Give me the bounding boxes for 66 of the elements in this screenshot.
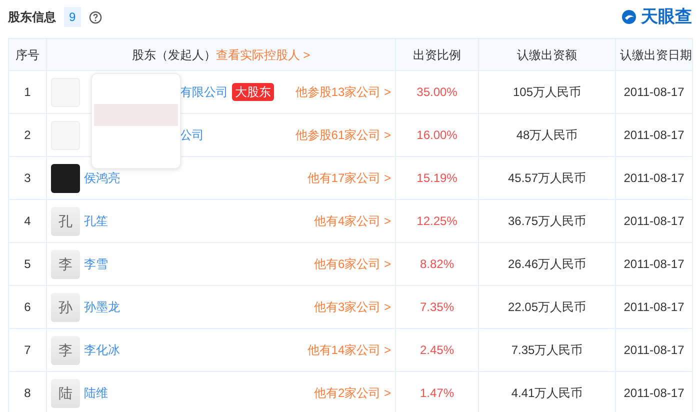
shareholder-link[interactable]: 李雪 — [84, 255, 108, 273]
brand-logo-icon — [621, 9, 637, 25]
row-number: 5 — [24, 257, 31, 271]
share-ratio: 8.82% — [420, 257, 454, 271]
column-header: 序号 — [16, 48, 40, 62]
avatar: 李 — [51, 250, 80, 278]
holdings-link[interactable]: 他有6家公司 > — [314, 255, 391, 273]
avatar: 李 — [51, 336, 80, 364]
column-header: 认缴出资额 — [517, 48, 577, 62]
shareholder-link[interactable]: 侯鸿亮 — [84, 169, 120, 187]
share-ratio: 7.35% — [420, 300, 454, 314]
count-badge: 9 — [64, 7, 81, 27]
subscribed-amount: 22.05万人民币 — [508, 300, 586, 314]
avatar: 孔 — [51, 206, 80, 236]
subscription-date: 2011-08-17 — [624, 386, 684, 400]
holdings-link[interactable]: 他有3家公司 > — [314, 298, 391, 316]
share-ratio: 2.45% — [420, 343, 454, 357]
shareholder-link[interactable]: 陆维 — [84, 384, 108, 402]
holdings-link[interactable]: 他参股13家公司 > — [295, 83, 391, 101]
column-header: 股东（发起人） — [132, 48, 216, 62]
subscribed-amount: 48万人民币 — [516, 128, 578, 142]
share-ratio: 12.25% — [416, 214, 458, 228]
shareholder-link[interactable]: 孔笙 — [84, 212, 108, 230]
holdings-link[interactable]: 他有2家公司 > — [314, 384, 391, 402]
subscription-date: 2011-08-17 — [624, 300, 684, 314]
section-title: 股东信息 — [8, 9, 56, 26]
subscription-date: 2011-08-17 — [624, 214, 684, 228]
holdings-link[interactable]: 他有17家公司 > — [307, 169, 391, 187]
column-header: 出资比例 — [413, 48, 461, 62]
row-number: 8 — [24, 386, 31, 400]
subscription-date: 2011-08-17 — [624, 343, 684, 357]
shareholder-tag: 大股东 — [232, 83, 274, 101]
holdings-link[interactable]: 他有14家公司 > — [307, 341, 391, 359]
row-number: 4 — [24, 214, 31, 228]
subscribed-amount: 7.35万人民币 — [511, 343, 583, 357]
brand-name: 天眼查 — [641, 6, 692, 28]
subscription-date: 2011-08-17 — [624, 257, 684, 271]
share-ratio: 15.19% — [416, 171, 458, 185]
subscription-date: 2011-08-17 — [624, 128, 684, 142]
row-number: 3 — [24, 171, 31, 185]
holdings-link[interactable]: 他参股61家公司 > — [295, 126, 391, 144]
row-number: 2 — [24, 128, 31, 142]
row-number: 1 — [24, 85, 31, 99]
actual-controller-link[interactable]: 查看实际控股人 > — [216, 48, 310, 62]
row-number: 6 — [24, 300, 31, 314]
help-icon[interactable] — [88, 10, 102, 24]
subscription-date: 2011-08-17 — [624, 85, 684, 99]
subscribed-amount: 45.57万人民币 — [508, 171, 586, 185]
subscription-date: 2011-08-17 — [624, 171, 684, 185]
subscribed-amount: 26.46万人民币 — [508, 257, 586, 271]
column-header: 认缴出资日期 — [620, 48, 692, 62]
subscribed-amount: 36.75万人民币 — [508, 214, 586, 228]
photo-placeholder — [51, 164, 80, 192]
avatar: 孙 — [51, 292, 80, 322]
subscribed-amount: 4.41万人民币 — [511, 386, 583, 400]
shareholder-link[interactable]: 李化冰 — [84, 341, 120, 359]
share-ratio: 1.47% — [420, 386, 454, 400]
shareholder-link[interactable]: 孙墨龙 — [84, 298, 120, 316]
shareholder-link[interactable]: 有限公司 — [180, 83, 228, 101]
holdings-link[interactable]: 他有4家公司 > — [314, 212, 391, 230]
shareholder-link[interactable]: 公司 — [180, 126, 204, 144]
share-ratio: 35.00% — [416, 85, 458, 99]
row-number: 7 — [24, 343, 31, 357]
share-ratio: 16.00% — [416, 128, 458, 142]
avatar: 陆 — [51, 378, 80, 408]
subscribed-amount: 105万人民币 — [512, 85, 582, 99]
